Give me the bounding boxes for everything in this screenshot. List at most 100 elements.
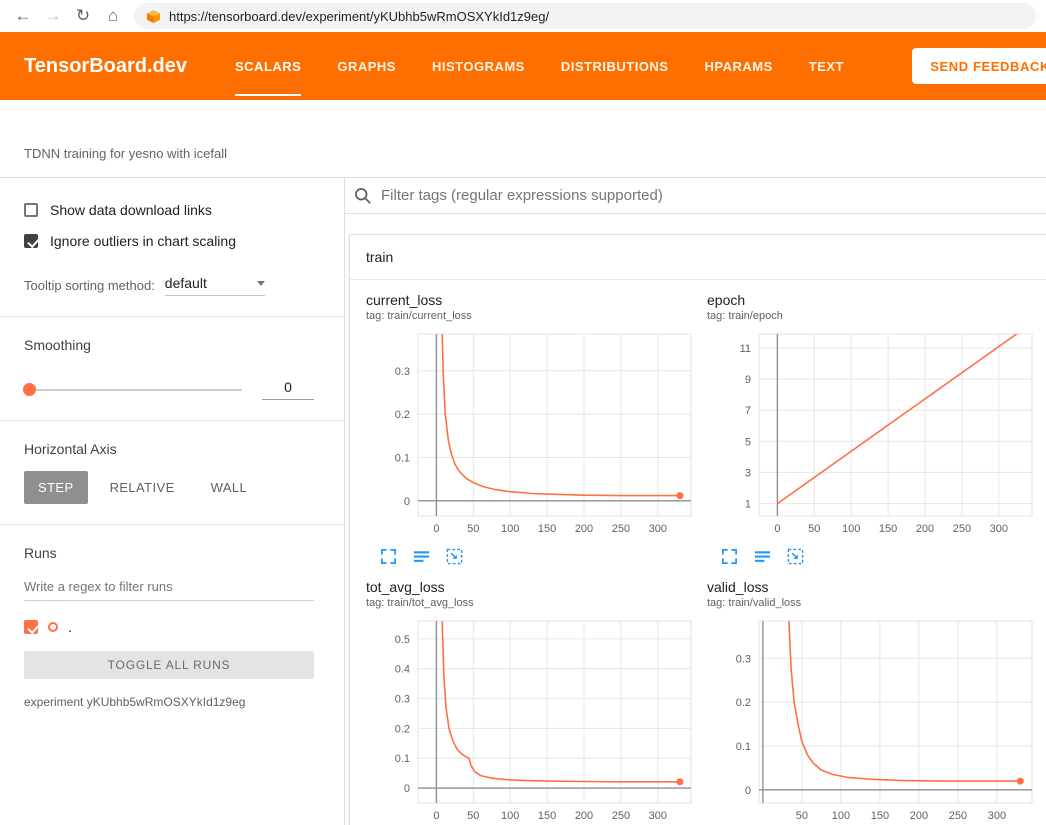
svg-text:0.4: 0.4 — [395, 664, 410, 676]
expand-chart-icon[interactable] — [380, 548, 397, 565]
svg-text:0.3: 0.3 — [395, 366, 410, 378]
scalar-chart-epoch[interactable]: 1357911050100150200250300 — [707, 328, 1042, 540]
tensorboard-favicon-icon — [146, 9, 161, 24]
toggle-y-axis-icon[interactable] — [413, 548, 430, 565]
svg-text:200: 200 — [575, 810, 593, 822]
svg-text:200: 200 — [916, 523, 934, 535]
svg-text:100: 100 — [501, 810, 519, 822]
search-icon — [353, 186, 373, 206]
svg-text:0: 0 — [404, 783, 410, 795]
tooltip-sorting-label: Tooltip sorting method: — [24, 278, 155, 296]
tab-distributions[interactable]: DISTRIBUTIONS — [561, 32, 669, 100]
expand-chart-icon[interactable] — [721, 548, 738, 565]
tag-filter-input[interactable] — [381, 187, 1046, 204]
url-text: https://tensorboard.dev/experiment/yKUbh… — [169, 9, 549, 24]
scalar-chart-tot-avg-loss[interactable]: 0 0.1 0.2 0.3 0.4 0.5 0 50 100 150 200 250 300 — [366, 615, 701, 825]
experiment-id-footer: experiment yKUbhb5wRmOSXYkId1z9eg — [24, 695, 314, 709]
svg-text:0: 0 — [404, 496, 410, 508]
run-color-swatch-icon — [48, 622, 58, 632]
tab-histograms[interactable]: HISTOGRAMS — [432, 32, 525, 100]
top-nav: SCALARS GRAPHS HISTOGRAMS DISTRIBUTIONS … — [235, 32, 844, 100]
forward-icon[interactable]: → — [38, 6, 68, 26]
svg-text:250: 250 — [612, 810, 630, 822]
svg-text:0.3: 0.3 — [395, 694, 410, 706]
chart-card-tot-avg-loss: tot_avg_loss tag: train/tot_avg_loss 0 0.… — [366, 579, 701, 825]
svg-text:50: 50 — [467, 523, 479, 535]
train-tag-group-card: train current_loss tag: train/current_lo… — [349, 234, 1046, 825]
smoothing-slider-knob[interactable] — [23, 383, 36, 396]
chart-title: tot_avg_loss — [366, 579, 701, 595]
ignore-outliers-label: Ignore outliers in chart scaling — [50, 233, 236, 249]
charts-grid: current_loss tag: train/current_loss 00.… — [350, 280, 1046, 825]
chevron-down-icon — [257, 281, 265, 286]
divider — [0, 420, 344, 421]
svg-text:150: 150 — [538, 523, 556, 535]
smoothing-label: Smoothing — [24, 337, 314, 353]
tab-text[interactable]: TEXT — [809, 32, 844, 100]
svg-text:250: 250 — [612, 523, 630, 535]
back-icon[interactable]: ← — [8, 6, 38, 26]
svg-text:5: 5 — [745, 436, 751, 448]
svg-text:7: 7 — [745, 405, 751, 417]
chart-toolbar — [721, 548, 1042, 565]
home-icon[interactable]: ⌂ — [98, 6, 128, 26]
scalar-chart-valid-loss[interactable]: 00.10.20.350100150200250300 — [707, 615, 1042, 825]
run-checkbox[interactable] — [24, 620, 38, 634]
fit-domain-icon[interactable] — [446, 548, 463, 565]
run-row[interactable]: . — [24, 619, 314, 635]
runs-filter-input[interactable] — [24, 573, 314, 601]
svg-text:250: 250 — [949, 810, 967, 822]
svg-text:0.5: 0.5 — [395, 634, 410, 646]
toggle-y-axis-icon[interactable] — [754, 548, 771, 565]
svg-text:150: 150 — [538, 810, 556, 822]
svg-text:0.3: 0.3 — [736, 653, 751, 665]
fit-domain-icon[interactable] — [787, 548, 804, 565]
chart-card-epoch: epoch tag: train/epoch 13579110501001502… — [707, 292, 1042, 565]
svg-text:0.1: 0.1 — [395, 453, 410, 465]
svg-text:300: 300 — [649, 523, 667, 535]
show-download-links-checkbox[interactable] — [24, 203, 38, 217]
chart-tag: tag: train/epoch — [707, 310, 1042, 322]
axis-wall-button[interactable]: WALL — [197, 471, 262, 504]
svg-text:100: 100 — [501, 523, 519, 535]
svg-text:0.2: 0.2 — [395, 723, 410, 735]
toggle-all-runs-button[interactable]: TOGGLE ALL RUNS — [24, 651, 314, 679]
svg-text:0.1: 0.1 — [736, 741, 751, 753]
ignore-outliers-checkbox[interactable] — [24, 234, 38, 248]
ignore-outliers-row[interactable]: Ignore outliers in chart scaling — [24, 233, 314, 249]
brand-logo[interactable]: TensorBoard.dev — [24, 55, 187, 78]
axis-step-button[interactable]: STEP — [24, 471, 88, 504]
settings-sidebar: Show data download links Ignore outliers… — [0, 178, 345, 825]
svg-text:300: 300 — [988, 810, 1006, 822]
run-name: . — [68, 619, 72, 635]
experiment-subheader: TDNN training for yesno with icefall — [0, 100, 1046, 178]
axis-relative-button[interactable]: RELATIVE — [96, 471, 189, 504]
smoothing-value-input[interactable]: 0 — [262, 379, 314, 400]
scalar-chart-current-loss[interactable]: 00.10.20.3050100150200250300 — [366, 328, 701, 540]
horizontal-axis-label: Horizontal Axis — [24, 441, 314, 457]
chart-card-valid-loss: valid_loss tag: train/valid_loss 00.10.2… — [707, 579, 1042, 825]
svg-text:0.1: 0.1 — [395, 753, 410, 765]
url-bar[interactable]: https://tensorboard.dev/experiment/yKUbh… — [134, 3, 1036, 29]
svg-text:0: 0 — [745, 785, 751, 797]
svg-text:150: 150 — [879, 523, 897, 535]
tab-hparams[interactable]: HPARAMS — [704, 32, 772, 100]
tooltip-sorting-dropdown[interactable]: default — [165, 275, 265, 296]
tab-graphs[interactable]: GRAPHS — [337, 32, 396, 100]
smoothing-slider[interactable] — [24, 389, 242, 391]
show-download-links-row[interactable]: Show data download links — [24, 202, 314, 218]
svg-text:300: 300 — [649, 810, 667, 822]
send-feedback-button[interactable]: SEND FEEDBACK — [912, 48, 1046, 84]
svg-text:50: 50 — [467, 810, 479, 822]
chart-tag: tag: train/valid_loss — [707, 597, 1042, 609]
tab-scalars[interactable]: SCALARS — [235, 32, 301, 100]
svg-text:0: 0 — [433, 810, 439, 822]
chart-tag: tag: train/tot_avg_loss — [366, 597, 701, 609]
svg-text:200: 200 — [910, 810, 928, 822]
tooltip-sorting-value: default — [165, 275, 207, 291]
reload-icon[interactable]: ↻ — [68, 6, 98, 26]
browser-toolbar: ← → ↻ ⌂ https://tensorboard.dev/experime… — [0, 0, 1046, 32]
tag-group-header[interactable]: train — [350, 235, 1046, 280]
svg-text:9: 9 — [745, 374, 751, 386]
svg-text:100: 100 — [842, 523, 860, 535]
